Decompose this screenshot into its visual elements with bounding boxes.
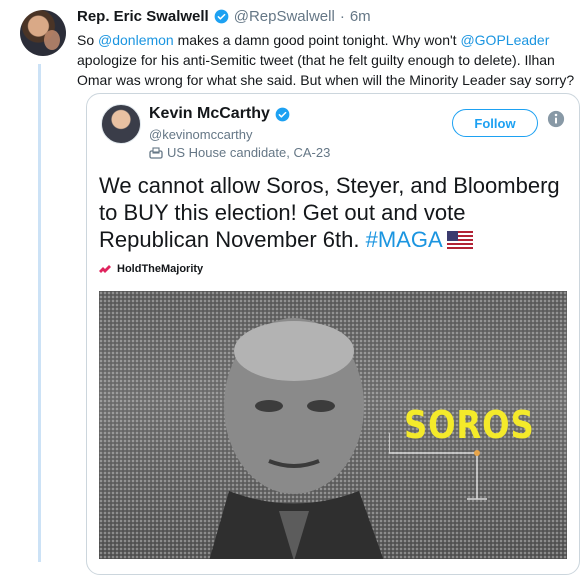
attached-photo[interactable]: SOROS (99, 291, 567, 559)
tweet-text-segment: apologize for his anti-Semitic tweet (th… (77, 52, 575, 88)
quoted-text-body: We cannot allow Soros, Steyer, and Bloom… (99, 173, 560, 252)
author-handle[interactable]: @RepSwalwell (234, 8, 335, 25)
quoted-author[interactable]: Kevin McCarthy (149, 105, 290, 123)
info-icon[interactable] (547, 110, 565, 128)
hashtag-link[interactable]: #MAGA (366, 227, 443, 252)
quoted-tweet-card[interactable]: Kevin McCarthy @kevinomccarthy US House … (86, 93, 580, 575)
quoted-author-handle[interactable]: @kevinomccarthy (149, 127, 253, 142)
photo-caption: SOROS (404, 403, 535, 447)
quoted-tweet-text: We cannot allow Soros, Steyer, and Bloom… (99, 172, 569, 253)
mention-link[interactable]: @donlemon (98, 32, 174, 48)
timestamp[interactable]: 6m (350, 8, 371, 25)
quoted-avatar[interactable] (101, 104, 141, 144)
ballot-box-icon (149, 146, 163, 159)
author-name[interactable]: Rep. Eric Swalwell (77, 8, 209, 25)
candidate-text: US House candidate, CA-23 (167, 145, 331, 160)
quoted-author-name: Kevin McCarthy (149, 105, 270, 122)
campaign-icon (99, 265, 111, 273)
thread-line (38, 64, 41, 562)
tweet-text-segment: So (77, 32, 99, 48)
tweet-text: So @donlemon makes a damn good point ton… (77, 30, 577, 90)
tweet-text-segment: makes a damn good point tonight. Why won… (173, 32, 461, 48)
campaign-hashtag[interactable]: HoldTheMajority (99, 263, 203, 275)
verified-badge-icon (214, 9, 229, 23)
follow-button[interactable]: Follow (452, 109, 538, 137)
us-flag-icon (446, 231, 473, 249)
portrait-figure (209, 318, 384, 559)
verified-badge-icon (275, 107, 290, 121)
campaign-label: HoldTheMajority (117, 263, 204, 275)
mention-link[interactable]: @GOPLeader (460, 32, 549, 48)
avatar[interactable] (20, 10, 66, 56)
separator-dot: · (339, 7, 345, 25)
tweet-header: Rep. Eric Swalwell @RepSwalwell · 6m (77, 6, 371, 26)
candidate-label: US House candidate, CA-23 (149, 145, 330, 160)
